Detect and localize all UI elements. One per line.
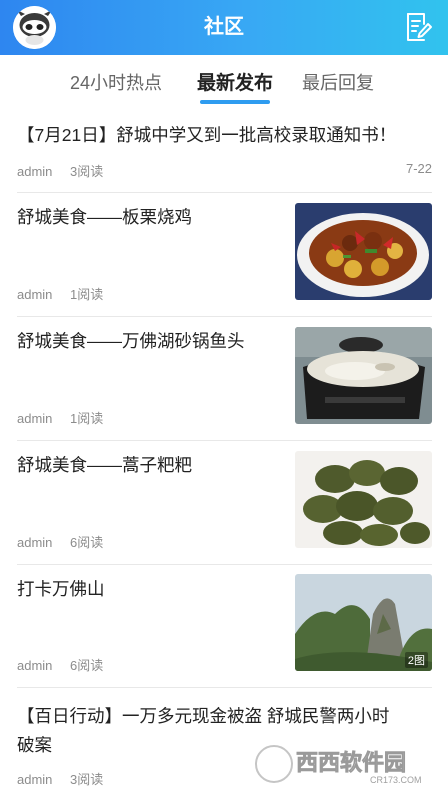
post-author: admin xyxy=(17,411,53,426)
post-item[interactable]: 舒城美食——板栗烧鸡 admin 1阅读 xyxy=(0,193,448,316)
post-item[interactable]: 舒城美食——万佛湖砂锅鱼头 admin 1阅读 xyxy=(0,317,448,440)
post-read-count: 6阅读 xyxy=(70,535,104,550)
watermark-brand: 西西软件园 xyxy=(296,750,406,775)
post-read-count: 1阅读 xyxy=(70,287,104,302)
post-meta: admin 6阅读 xyxy=(17,655,117,674)
post-read-count: 1阅读 xyxy=(70,411,104,426)
edit-note-icon[interactable] xyxy=(402,11,434,43)
post-title-line: 【百日行动】一万多元现金被盗 舒城民警两小时 xyxy=(17,706,390,726)
post-title: 舒城美食——板栗烧鸡 xyxy=(17,207,192,227)
post-title: 【7月21日】舒城中学又到一批高校录取通知书！ xyxy=(17,125,397,145)
post-read-count: 3阅读 xyxy=(70,164,104,179)
post-item[interactable]: 打卡万佛山 admin 6阅读 2图 xyxy=(0,565,448,687)
post-title: 打卡万佛山 xyxy=(17,579,105,599)
post-thumbnail[interactable] xyxy=(295,203,432,300)
post-date: 7-22 xyxy=(405,161,432,176)
post-title: 舒城美食——蒿子粑粑 xyxy=(17,455,192,475)
post-meta: admin 1阅读 xyxy=(17,284,117,303)
tab-24h-hot[interactable]: 24小时热点 xyxy=(70,69,162,95)
image-count-badge: 2图 xyxy=(404,652,428,668)
post-read-count: 6阅读 xyxy=(70,658,104,673)
post-meta: admin 6阅读 xyxy=(17,532,117,551)
post-title: 舒城美食——万佛湖砂锅鱼头 xyxy=(17,331,245,351)
active-tab-indicator xyxy=(200,100,270,104)
watermark-logo: 西西软件园 CR173.COM xyxy=(252,740,432,788)
post-meta: admin 3阅读 xyxy=(17,769,117,788)
post-author: admin xyxy=(17,535,53,550)
post-meta: admin 1阅读 xyxy=(17,408,117,427)
post-author: admin xyxy=(17,287,53,302)
post-author: admin xyxy=(17,772,53,787)
post-author: admin xyxy=(17,164,53,179)
post-item[interactable]: 【7月21日】舒城中学又到一批高校录取通知书！ admin 3阅读 7-22 xyxy=(0,110,448,192)
post-thumbnail[interactable] xyxy=(295,327,432,424)
post-read-count: 3阅读 xyxy=(70,772,104,787)
tab-last-reply[interactable]: 最后回复 xyxy=(302,69,374,95)
post-thumbnail[interactable] xyxy=(295,451,432,548)
post-author: admin xyxy=(17,658,53,673)
post-item[interactable]: 舒城美食——蒿子粑粑 admin 6阅读 xyxy=(0,441,448,564)
page-title: 社区 xyxy=(204,16,244,38)
tab-bar: 24小时热点 最新发布 最后回复 xyxy=(0,55,448,110)
tab-latest[interactable]: 最新发布 xyxy=(197,68,273,95)
top-bar: 社区 xyxy=(0,0,448,55)
post-meta: admin 3阅读 xyxy=(17,161,117,180)
watermark-url: CR173.COM xyxy=(370,775,422,785)
post-thumbnail[interactable]: 2图 xyxy=(295,574,432,671)
